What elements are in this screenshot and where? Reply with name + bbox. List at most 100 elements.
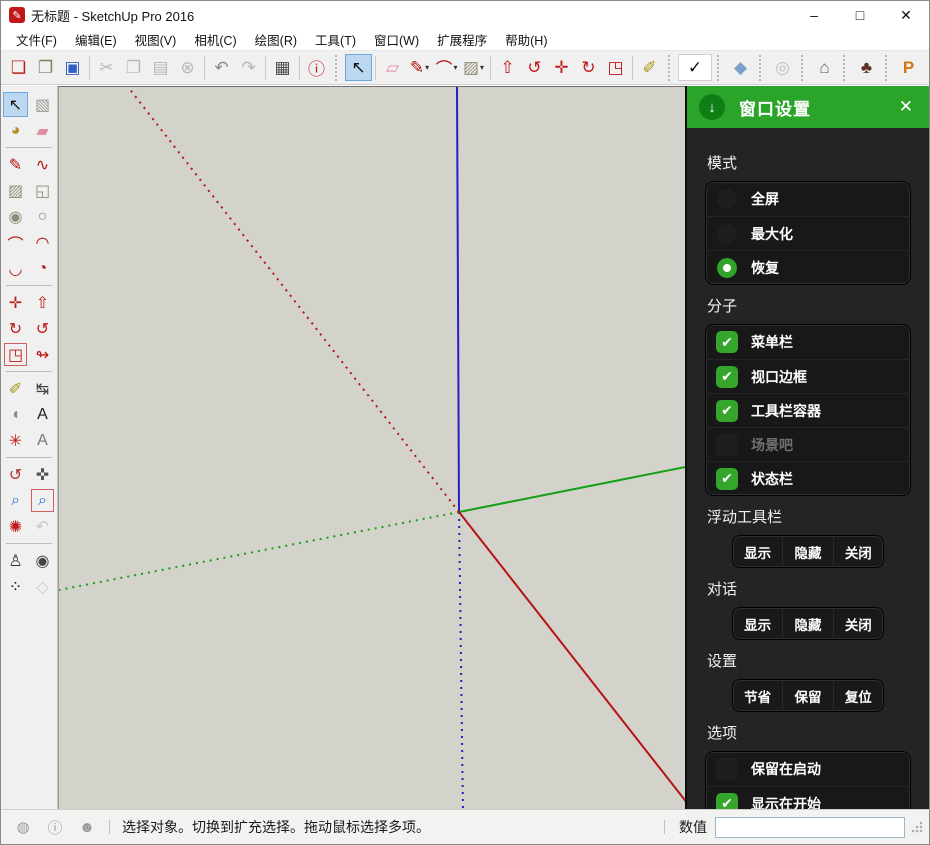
pie-tool-button[interactable]: ◔: [30, 256, 55, 281]
cut-button[interactable]: ✂: [93, 54, 120, 81]
offset-tool-button[interactable]: ↬: [30, 342, 55, 367]
protractor-tool-button[interactable]: ◖: [3, 402, 28, 427]
dimension-tool-button[interactable]: ↹: [30, 376, 55, 401]
tape-measure-tool-button[interactable]: ✐: [3, 376, 28, 401]
menu-item-7[interactable]: 窗口(W): [365, 28, 428, 51]
checkbox-unchecked-icon[interactable]: [716, 433, 738, 456]
elements-item-5[interactable]: ✔ 状态栏: [706, 461, 910, 495]
toolbar-grip-handle[interactable]: [885, 54, 890, 81]
follow-me-button[interactable]: ↺: [521, 54, 548, 81]
elements-item-3[interactable]: ✔ 工具栏容器: [706, 393, 910, 427]
checkbox-unchecked-icon[interactable]: [716, 758, 738, 780]
dropdown-caret-icon[interactable]: ▾: [480, 63, 484, 72]
three-point-arc-tool-button[interactable]: ◡: [3, 256, 28, 281]
rectangle-tool-button[interactable]: ▨: [3, 178, 28, 203]
look-around-tool-button[interactable]: ◉: [30, 548, 55, 573]
settings-button-3[interactable]: 复位: [832, 680, 883, 711]
radio-selected-icon[interactable]: [717, 257, 737, 278]
open-file-button[interactable]: ❐: [32, 54, 59, 81]
zoom-tool-button[interactable]: ⌕: [3, 488, 28, 513]
undo-button[interactable]: ↶: [208, 54, 235, 81]
rotate-tool-button[interactable]: ↻: [3, 316, 28, 341]
move-button[interactable]: ✛: [548, 54, 575, 81]
geolocate-icon[interactable]: ◍: [13, 817, 33, 837]
radio-unselected-icon[interactable]: [717, 223, 737, 244]
freehand-tool-button[interactable]: ∿: [30, 152, 55, 177]
validate-check-button[interactable]: ✓: [678, 54, 712, 81]
checkbox-checked-icon[interactable]: ✔: [716, 399, 738, 422]
two-point-arc-tool-button[interactable]: ◠: [30, 230, 55, 255]
orbit-tool-button[interactable]: ↺: [3, 462, 28, 487]
eraser-tool-button[interactable]: ▱: [379, 54, 406, 81]
settings-button-1[interactable]: 节省: [733, 680, 782, 711]
layout-button[interactable]: P: [895, 54, 922, 81]
checkbox-checked-icon[interactable]: ✔: [716, 331, 738, 353]
measurement-input[interactable]: [715, 816, 905, 838]
toolbar-grip-handle[interactable]: [843, 54, 848, 81]
menu-item-1[interactable]: 文件(F): [7, 28, 66, 51]
select-tool-button[interactable]: ↖: [345, 54, 372, 81]
menu-item-3[interactable]: 视图(V): [126, 28, 186, 51]
copy-button[interactable]: ❐: [120, 54, 147, 81]
menu-item-5[interactable]: 绘图(R): [246, 28, 306, 51]
toolbar-grip-handle[interactable]: [759, 54, 764, 81]
previous-view-tool-button[interactable]: ↶: [30, 514, 55, 539]
arc-tool-button[interactable]: ⌒ ▾: [433, 54, 460, 81]
save-button[interactable]: ▣: [59, 54, 86, 81]
floating-toolbars-button-3[interactable]: 关闭: [832, 536, 883, 567]
text-tool-button[interactable]: A: [30, 402, 55, 427]
line-tool-button[interactable]: ✎ ▾: [406, 54, 433, 81]
claim-credit-icon[interactable]: ⓘ: [45, 817, 65, 837]
checkbox-checked-icon[interactable]: ✔: [716, 467, 738, 490]
maximize-button[interactable]: □: [837, 1, 883, 29]
print-button[interactable]: ▦: [269, 54, 296, 81]
dialogs-button-1[interactable]: 显示: [733, 608, 782, 639]
floating-toolbars-button-1[interactable]: 显示: [733, 536, 782, 567]
elements-item-1[interactable]: ✔ 菜单栏: [706, 325, 910, 359]
plant-button[interactable]: ♣: [853, 54, 880, 81]
dialogs-button-3[interactable]: 关闭: [832, 608, 883, 639]
sign-in-icon[interactable]: ☻: [77, 817, 97, 837]
arc-tool-button[interactable]: ⌒: [3, 230, 28, 255]
walk-tool-button[interactable]: ⁘: [3, 574, 28, 599]
push-pull-tool-button[interactable]: ⇧: [30, 290, 55, 315]
menu-item-2[interactable]: 编辑(E): [66, 28, 126, 51]
compass-button[interactable]: ◎: [769, 54, 796, 81]
zoom-extents-tool-button[interactable]: ✺: [3, 514, 28, 539]
polygon-tool-button[interactable]: ○: [30, 204, 55, 229]
toolbar-grip-handle[interactable]: [335, 54, 340, 81]
checkbox-checked-icon[interactable]: ✔: [716, 792, 738, 809]
eraser-tool-button[interactable]: ▰: [30, 118, 55, 143]
rectangle-tool-button[interactable]: ▨ ▾: [460, 54, 487, 81]
checkbox-checked-icon[interactable]: ✔: [716, 365, 738, 388]
toolbar-grip-handle[interactable]: [668, 54, 673, 81]
rotated-rectangle-tool-button[interactable]: ◱: [30, 178, 55, 203]
options-item-2[interactable]: ✔ 显示在开始: [706, 786, 910, 809]
model-info-button[interactable]: ⓘ: [303, 54, 330, 81]
paint-bucket-tool-button[interactable]: ◕: [3, 118, 28, 143]
make-component-tool-button[interactable]: ▧: [30, 92, 55, 117]
scale-button[interactable]: ◳: [602, 54, 629, 81]
select-tool-button[interactable]: ↖: [3, 92, 28, 117]
elements-item-4[interactable]: 场景吧: [706, 427, 910, 461]
mode-option-1[interactable]: 全屏: [706, 182, 910, 216]
mode-option-3[interactable]: 恢复: [706, 250, 910, 284]
resize-grip[interactable]: [911, 821, 923, 833]
push-pull-button[interactable]: ⇧: [494, 54, 521, 81]
menu-item-6[interactable]: 工具(T): [306, 28, 365, 51]
floating-toolbars-button-2[interactable]: 隐藏: [782, 536, 832, 567]
radio-unselected-icon[interactable]: [717, 189, 737, 209]
toolbar-grip-handle[interactable]: [717, 54, 722, 81]
component-box-button[interactable]: ◆: [727, 54, 754, 81]
options-item-1[interactable]: 保留在启动: [706, 752, 910, 786]
settings-button-2[interactable]: 保留: [782, 680, 832, 711]
scale-tool-button[interactable]: ◳: [3, 342, 28, 367]
line-tool-button[interactable]: ✎: [3, 152, 28, 177]
paste-button[interactable]: ▤: [147, 54, 174, 81]
position-camera-tool-button[interactable]: ♙: [3, 548, 28, 573]
toolbar-grip-handle[interactable]: [801, 54, 806, 81]
menu-item-4[interactable]: 相机(C): [185, 28, 245, 51]
dropdown-caret-icon[interactable]: ▾: [453, 63, 457, 72]
panel-close-icon[interactable]: ✕: [895, 95, 917, 119]
zoom-window-tool-button[interactable]: ⌕: [30, 488, 55, 513]
